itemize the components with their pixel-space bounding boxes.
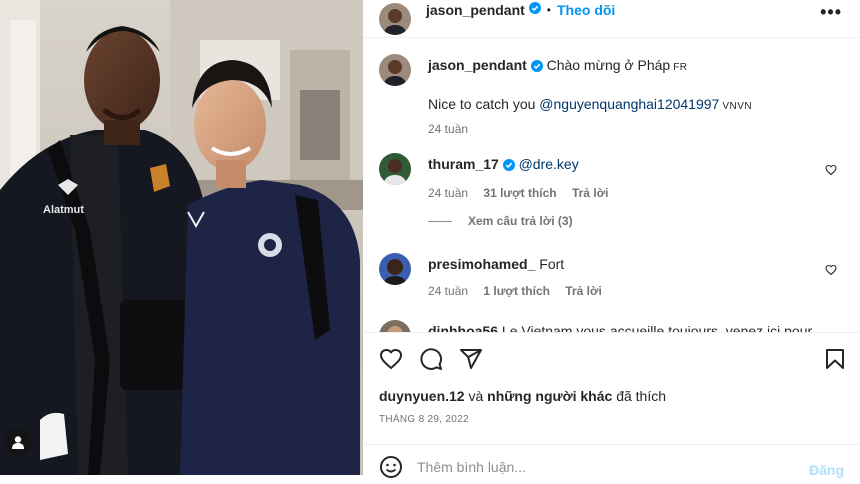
bookmark-icon xyxy=(826,349,844,369)
comment-item: presimohamed_ Fort 24 tuần 1 lượt thích … xyxy=(379,253,849,313)
comment-text: Chào mừng ở Pháp xyxy=(546,57,671,73)
replies-divider xyxy=(428,220,452,222)
heart-icon xyxy=(825,264,837,276)
post-actions xyxy=(363,332,860,388)
mention-link[interactable]: @dre.key xyxy=(519,156,579,172)
comment-text: Fort xyxy=(539,256,565,272)
jersey-text: Alatmut xyxy=(43,204,84,216)
follow-button[interactable]: Theo dõi xyxy=(557,2,615,18)
comments-list: jason_pendant Chào mừng ở Pháp FR Nice to… xyxy=(363,38,860,332)
comment-item: thuram_17 @dre.key 24 tuần 31 lượt thích… xyxy=(379,153,849,213)
comment-time[interactable]: 24 tuần xyxy=(428,186,468,200)
comment-body: jason_pendant Chào mừng ở Pháp FR Nice to… xyxy=(428,56,828,138)
user-tag-button[interactable] xyxy=(4,428,32,456)
comment-body: thuram_17 @dre.key 24 tuần 31 lượt thích… xyxy=(428,155,828,202)
comment-item: dinhhoa56 Le Vietnam vous accueille touj… xyxy=(379,320,849,332)
commenter-avatar-image xyxy=(379,320,411,332)
comment-body: dinhhoa56 Le Vietnam vous accueille touj… xyxy=(428,322,828,332)
post-detail-panel: jason_pendant • Theo dõi ••• jason_penda… xyxy=(363,0,860,478)
author-avatar-image xyxy=(379,2,411,35)
verified-icon xyxy=(528,1,541,19)
commenter-avatar[interactable] xyxy=(379,153,411,185)
commenter-avatar-image xyxy=(379,253,411,285)
comment-username[interactable]: jason_pendant xyxy=(428,57,527,73)
comment-meta: 24 tuần 31 lượt thích Trả lời xyxy=(428,184,828,202)
post-comment-button[interactable]: Đăng xyxy=(809,462,844,478)
post-photo[interactable]: Alatmut xyxy=(0,0,363,475)
comment-text-2: Nice to catch you xyxy=(428,96,536,112)
comment-time[interactable]: 24 tuần xyxy=(428,122,468,136)
add-comment-bar: Đăng xyxy=(363,444,860,484)
comment-username[interactable]: presimohamed_ xyxy=(428,256,535,272)
save-button[interactable] xyxy=(823,347,847,376)
user-tag-icon xyxy=(12,436,24,449)
post-header: jason_pendant • Theo dõi ••• xyxy=(363,0,860,38)
comment-icon xyxy=(420,348,443,370)
flag-fr: FR xyxy=(673,62,688,73)
flag-vn: VNVN xyxy=(722,101,753,112)
emoji-icon xyxy=(380,456,402,478)
heart-icon xyxy=(380,349,402,369)
likes-suffix: đã thích xyxy=(616,388,667,404)
comment-likes[interactable]: 31 lượt thích xyxy=(483,186,556,200)
commenter-avatar-image xyxy=(379,153,411,185)
comment-meta: 24 tuần 1 lượt thích Trả lời xyxy=(428,282,828,300)
verified-icon xyxy=(502,157,515,175)
comment-like-button[interactable] xyxy=(825,263,837,281)
comment-input[interactable] xyxy=(417,459,777,475)
post-photo-image: Alatmut xyxy=(0,0,363,475)
emoji-button[interactable] xyxy=(379,455,403,484)
reply-button[interactable]: Trả lời xyxy=(565,284,602,298)
post-date[interactable]: THÁNG 8 29, 2022 xyxy=(379,414,469,425)
commenter-avatar[interactable] xyxy=(379,320,411,332)
heart-icon xyxy=(825,164,837,176)
author-username[interactable]: jason_pendant xyxy=(426,2,525,18)
mention-link[interactable]: @nguyenquanghai12041997 xyxy=(539,96,719,112)
comment-username[interactable]: thuram_17 xyxy=(428,156,499,172)
like-button[interactable] xyxy=(379,347,403,376)
view-replies-button[interactable]: Xem câu trả lời (3) xyxy=(428,214,573,228)
reply-button[interactable]: Trả lời xyxy=(572,186,609,200)
caption-comment: jason_pendant Chào mừng ở Pháp FR Nice to… xyxy=(379,54,849,136)
share-icon xyxy=(460,349,482,369)
comment-time[interactable]: 24 tuần xyxy=(428,284,468,298)
commenter-avatar-image xyxy=(379,54,411,86)
comment-likes[interactable]: 1 lượt thích xyxy=(483,284,550,298)
likes-summary: duynyuen.12 và những người khác đã thích xyxy=(379,388,666,404)
comment-username[interactable]: dinhhoa56 xyxy=(428,323,498,332)
liker-username[interactable]: duynyuen.12 xyxy=(379,388,465,404)
likes-connector: và xyxy=(468,388,484,404)
dot-separator: • xyxy=(546,2,551,17)
commenter-avatar[interactable] xyxy=(379,54,411,86)
author-avatar[interactable] xyxy=(379,2,411,35)
comment-button[interactable] xyxy=(419,347,443,376)
commenter-avatar[interactable] xyxy=(379,253,411,285)
share-button[interactable] xyxy=(459,347,483,376)
verified-icon xyxy=(530,58,543,76)
comment-text: Le Vietnam vous accueille toujours, vene… xyxy=(501,323,813,332)
comment-meta: 24 tuần xyxy=(428,120,828,138)
view-replies-label[interactable]: Xem câu trả lời (3) xyxy=(468,214,573,228)
comment-body: presimohamed_ Fort 24 tuần 1 lượt thích … xyxy=(428,255,828,300)
likes-others-link[interactable]: những người khác xyxy=(487,388,612,404)
more-options-button[interactable]: ••• xyxy=(820,2,842,23)
comment-like-button[interactable] xyxy=(825,163,837,181)
comment-second-line: Nice to catch you @nguyenquanghai1204199… xyxy=(428,95,828,116)
